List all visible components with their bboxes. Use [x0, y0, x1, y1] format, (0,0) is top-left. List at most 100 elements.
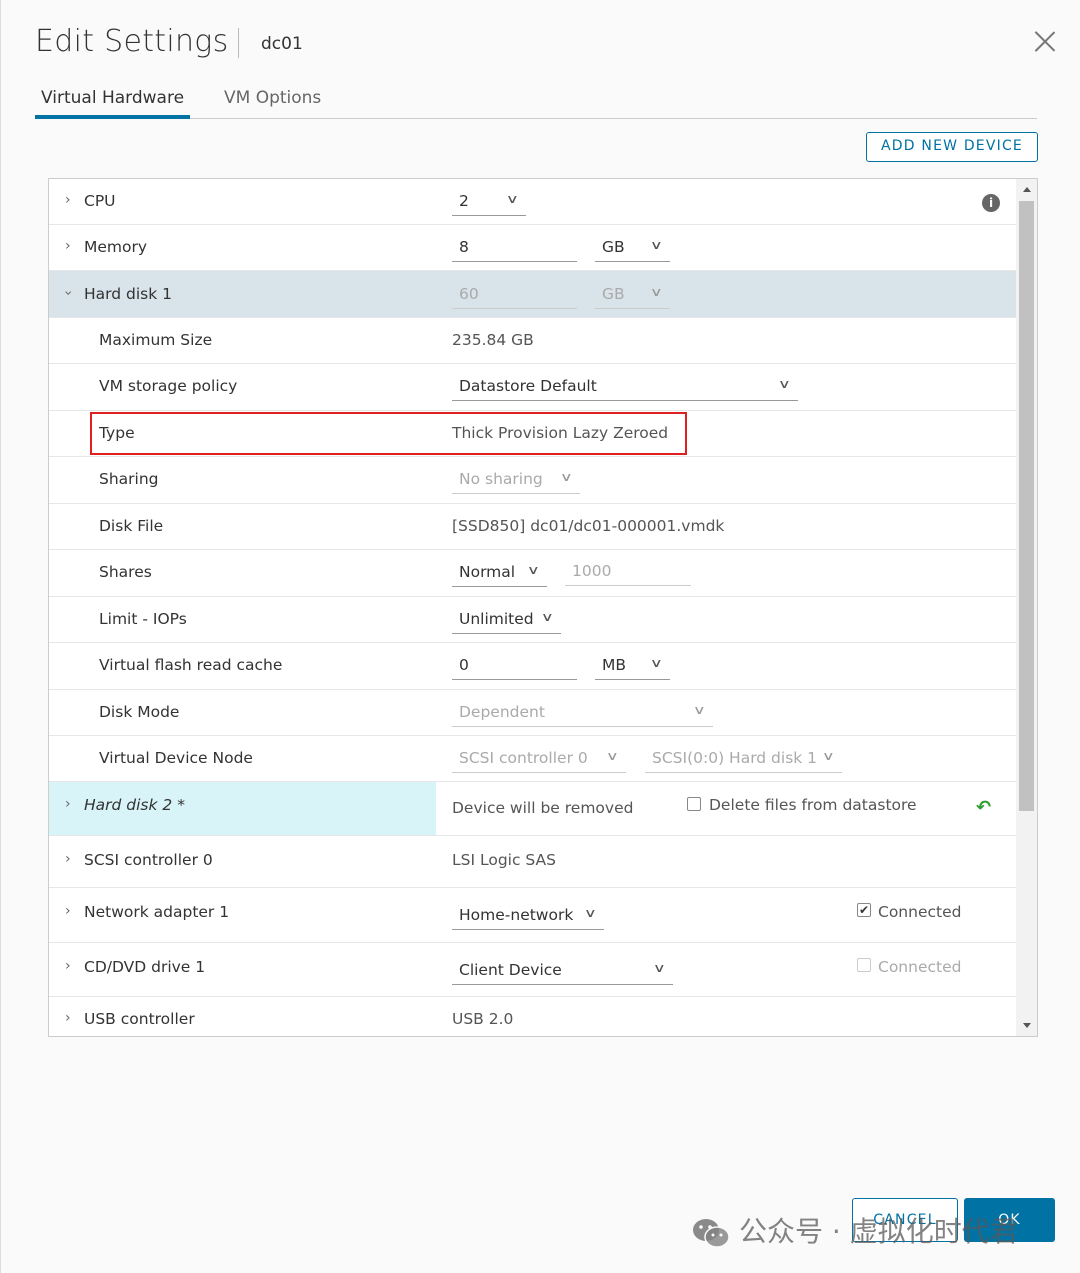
sharing-value: No sharing [459, 470, 543, 488]
row-sharing: Sharing No sharing ∨ [49, 457, 1016, 504]
row-memory: › Memory 8 GB ∨ [49, 225, 1016, 271]
usb-controller-value: USB 2.0 [452, 1010, 514, 1028]
hard-disk-1-size-input[interactable]: 60 [452, 279, 577, 309]
row-cd-dvd: › CD/DVD drive 1 Client Device ∨ Connect… [49, 943, 1016, 997]
storage-policy-value: Datastore Default [459, 377, 597, 395]
watermark: 公众号 · 虚拟化时代君 [691, 1210, 1018, 1250]
vertical-scrollbar[interactable] [1016, 179, 1037, 1036]
row-hard-disk-1: › Hard disk 1 60 GB ∨ [49, 271, 1016, 318]
row-network-adapter: › Network adapter 1 Home-network ∨ ✔ Con… [49, 888, 1016, 943]
cd-dvd-value: Client Device [459, 961, 562, 979]
memory-input[interactable]: 8 [452, 232, 577, 262]
network-connected-label: Connected [878, 903, 962, 921]
row-hard-disk-2: › Hard disk 2 * Device will be removed D… [49, 782, 1016, 836]
chevron-right-icon[interactable]: › [65, 1010, 71, 1026]
wechat-icon [693, 1219, 730, 1248]
device-node-select[interactable]: SCSI(0:0) Hard disk 1 ∨ [645, 743, 842, 773]
memory-label: Memory [84, 238, 148, 256]
delete-files-label: Delete files from datastore [709, 796, 917, 814]
chevron-right-icon[interactable]: › [65, 192, 71, 208]
scsi-controller-label: SCSI controller 0 [84, 851, 213, 869]
disk-file-value: [SSD850] dc01/dc01-000001.vmdk [452, 517, 725, 535]
device-node-controller-select[interactable]: SCSI controller 0 ∨ [452, 743, 626, 773]
cd-dvd-connected-checkbox[interactable] [857, 958, 871, 972]
chevron-down-icon: ∨ [584, 906, 598, 920]
scsi-controller-value: LSI Logic SAS [452, 851, 556, 869]
hard-disk-1-unit: GB [602, 285, 625, 303]
device-node-controller: SCSI controller 0 [459, 749, 588, 767]
shares-label: Shares [99, 563, 152, 581]
memory-unit-select[interactable]: GB ∨ [595, 232, 670, 262]
chevron-right-icon[interactable]: › [65, 958, 71, 974]
chevron-down-icon: ∨ [541, 610, 555, 624]
cd-dvd-select[interactable]: Client Device ∨ [452, 955, 673, 985]
add-new-device-button[interactable]: ADD NEW DEVICE [866, 132, 1038, 162]
scroll-down-icon[interactable] [1023, 1023, 1031, 1028]
row-maximum-size: Maximum Size 235.84 GB [49, 318, 1016, 364]
shares-value: Normal [459, 563, 516, 581]
scrollbar-thumb[interactable] [1019, 201, 1034, 811]
chevron-down-icon: ∨ [650, 656, 664, 670]
chevron-down-icon: ∨ [650, 238, 664, 252]
watermark-text: 公众号 · 虚拟化时代君 [739, 1215, 1018, 1248]
row-storage-policy: VM storage policy Datastore Default ∨ [49, 364, 1016, 411]
edit-settings-dialog: Edit Settings dc01 Virtual Hardware VM O… [0, 0, 1080, 1273]
tab-virtual-hardware[interactable]: Virtual Hardware [35, 86, 191, 119]
row-scsi-controller: › SCSI controller 0 LSI Logic SAS [49, 836, 1016, 888]
device-node-label: Virtual Device Node [99, 749, 253, 767]
chevron-down-icon: ∨ [606, 749, 620, 763]
shares-select[interactable]: Normal ∨ [452, 557, 547, 587]
row-flash-cache: Virtual flash read cache 0 MB ∨ [49, 643, 1016, 690]
limit-iops-select[interactable]: Unlimited ∨ [452, 604, 561, 634]
usb-controller-label: USB controller [84, 1010, 195, 1028]
undo-icon[interactable]: ↶ [976, 797, 991, 818]
vm-name: dc01 [261, 34, 303, 54]
chevron-right-icon[interactable]: › [65, 796, 71, 812]
tab-bar: Virtual Hardware VM Options [35, 86, 1037, 119]
limit-iops-value: Unlimited [459, 610, 534, 628]
row-usb-controller: › USB controller USB 2.0 [49, 997, 1016, 1036]
row-device-node: Virtual Device Node SCSI controller 0 ∨ … [49, 736, 1016, 782]
flash-cache-label: Virtual flash read cache [99, 656, 283, 674]
max-size-value: 235.84 GB [452, 331, 534, 349]
network-adapter-label: Network adapter 1 [84, 903, 230, 921]
storage-policy-select[interactable]: Datastore Default ∨ [452, 371, 798, 401]
info-icon[interactable]: i [982, 194, 1000, 212]
tab-vm-options[interactable]: VM Options [218, 86, 327, 119]
disk-mode-select[interactable]: Dependent ∨ [452, 697, 713, 727]
dialog-title: Edit Settings [35, 24, 229, 59]
delete-files-checkbox[interactable] [687, 797, 701, 811]
flash-cache-input[interactable]: 0 [452, 650, 577, 680]
sharing-select[interactable]: No sharing ∨ [452, 464, 580, 494]
chevron-down-icon: ∨ [822, 749, 836, 763]
hard-disk-1-unit-select[interactable]: GB ∨ [595, 279, 670, 309]
hard-disk-2-status: Device will be removed [452, 799, 634, 817]
row-disk-mode: Disk Mode Dependent ∨ [49, 690, 1016, 736]
shares-amount-input[interactable]: 1000 [565, 556, 691, 586]
sharing-label: Sharing [99, 470, 159, 488]
disk-mode-label: Disk Mode [99, 703, 180, 721]
row-disk-file: Disk File [SSD850] dc01/dc01-000001.vmdk [49, 504, 1016, 550]
cpu-select[interactable]: 2 ∨ [452, 186, 526, 216]
chevron-down-icon: ∨ [693, 703, 707, 717]
chevron-down-icon[interactable]: › [60, 290, 76, 296]
chevron-right-icon[interactable]: › [65, 238, 71, 254]
chevron-down-icon: ∨ [560, 470, 574, 484]
network-value: Home-network [459, 906, 574, 924]
network-select[interactable]: Home-network ∨ [452, 900, 604, 930]
network-connected-checkbox[interactable]: ✔ [857, 903, 871, 917]
hard-disk-2-label: Hard disk 2 * [84, 796, 185, 814]
cpu-value: 2 [459, 192, 469, 210]
flash-cache-unit-select[interactable]: MB ∨ [595, 650, 670, 680]
limit-iops-label: Limit - IOPs [99, 610, 187, 628]
cd-dvd-connected-label: Connected [878, 958, 962, 976]
scroll-up-icon[interactable] [1023, 187, 1031, 192]
close-icon[interactable] [1033, 30, 1057, 54]
chevron-right-icon[interactable]: › [65, 851, 71, 867]
chevron-right-icon[interactable]: › [65, 903, 71, 919]
chevron-down-icon: ∨ [653, 961, 667, 975]
storage-policy-label: VM storage policy [99, 377, 238, 395]
type-highlight-callout [90, 412, 687, 455]
flash-cache-unit: MB [602, 656, 627, 674]
row-cpu: › CPU 2 ∨ i [49, 179, 1016, 225]
